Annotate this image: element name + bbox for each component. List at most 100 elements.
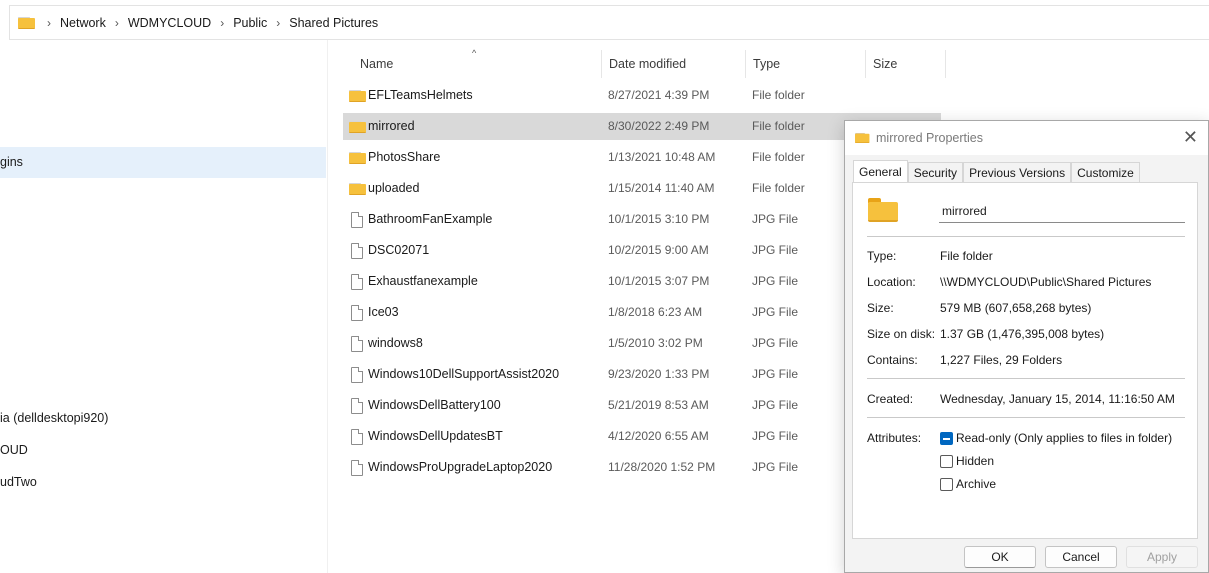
breadcrumb-network[interactable]: Network [60,16,106,30]
type-value: File folder [940,249,993,263]
tab-security[interactable]: Security [907,162,964,183]
column-header-type[interactable]: Type [746,50,866,78]
file-type: File folder [752,119,805,133]
divider [867,417,1185,418]
close-icon[interactable]: ✕ [1183,127,1198,148]
file-name: DSC02071 [368,243,430,257]
file-type: JPG File [752,243,799,257]
archive-checkbox[interactable]: Archive [940,477,996,491]
file-name: WindowsDellUpdatesBT [368,429,503,443]
hidden-checkbox[interactable]: Hidden [940,454,994,468]
file-type: File folder [752,181,805,195]
folder-icon [349,182,366,198]
checkbox-indeterminate-icon [940,431,953,445]
file-type: File folder [752,150,805,164]
file-date: 9/23/2020 1:33 PM [608,367,710,381]
breadcrumb-shared-pictures[interactable]: Shared Pictures [289,16,378,30]
chevron-right-icon: › [220,15,225,30]
chevron-right-icon: › [276,15,281,30]
file-type: JPG File [752,460,799,474]
tab-customize[interactable]: Customize [1071,162,1140,183]
folder-icon [349,89,366,105]
nav-item[interactable]: OUD [0,435,326,466]
file-date: 1/15/2014 11:40 AM [608,181,715,195]
divider [867,378,1185,379]
location-value: \\WDMYCLOUD\Public\Shared Pictures [940,275,1152,289]
file-icon [351,243,363,262]
ok-button[interactable]: OK [964,546,1036,568]
file-date: 10/2/2015 9:00 AM [608,243,709,257]
file-icon [351,398,363,417]
column-header-date[interactable]: Date modified [602,50,746,78]
nav-item-label: OUD [0,443,28,457]
apply-button[interactable]: Apply [1126,546,1198,568]
checkbox-icon [940,477,953,491]
file-icon [351,212,363,231]
contains-label: Contains: [867,353,918,367]
file-date: 11/28/2020 1:52 PM [608,460,716,474]
general-panel: Type: File folder Location: \\WDMYCLOUD\… [852,182,1198,539]
chevron-right-icon: › [114,15,119,30]
hidden-label: Hidden [956,454,995,468]
file-icon [351,336,363,355]
contains-value: 1,227 Files, 29 Folders [940,353,1063,367]
size-on-disk-value: 1.37 GB (1,476,395,008 bytes) [940,327,1105,341]
breadcrumb: › Network › WDMYCLOUD › Public › Shared … [45,16,378,30]
file-name: EFLTeamsHelmets [368,88,473,102]
readonly-checkbox[interactable]: Read-only (Only applies to files in fold… [940,431,1172,445]
file-type: JPG File [752,305,799,319]
file-name: mirrored [368,119,415,133]
file-type: JPG File [752,367,799,381]
created-value: Wednesday, January 15, 2014, 11:16:50 AM [940,392,1175,406]
file-date: 4/12/2020 6:55 AM [608,429,709,443]
nav-item-label: ia (delldesktopi920) [0,411,109,425]
file-date: 8/27/2021 4:39 PM [608,88,710,102]
file-date: 1/5/2010 3:02 PM [608,336,703,350]
tab-previous-versions[interactable]: Previous Versions [963,162,1072,183]
file-type: JPG File [752,274,799,288]
nav-item[interactable]: udTwo [0,467,326,498]
file-row[interactable]: EFLTeamsHelmets 8/27/2021 4:39 PM File fol… [343,82,941,109]
file-name: WindowsProUpgradeLaptop2020 [368,460,553,474]
nav-item-label: gins [0,155,23,169]
file-date: 1/13/2021 10:48 AM [608,150,716,164]
size-on-disk-label: Size on disk: [867,327,936,341]
dialog-titlebar[interactable]: mirrored Properties ✕ [845,121,1208,155]
address-bar[interactable]: › Network › WDMYCLOUD › Public › Shared … [9,5,1209,40]
readonly-label: Read-only (Only applies to files in fold… [956,431,1173,445]
column-header-name[interactable]: Name [353,50,602,78]
file-date: 10/1/2015 3:07 PM [608,274,710,288]
attributes-label: Attributes: [867,431,922,445]
nav-item[interactable]: ia (delldesktopi920) [0,403,326,434]
column-header-size[interactable]: Size [866,50,946,78]
cancel-button[interactable]: Cancel [1045,546,1117,568]
breadcrumb-wdmycloud[interactable]: WDMYCLOUD [128,16,211,30]
file-icon [351,305,363,324]
nav-item[interactable]: gins [0,147,326,178]
file-date: 1/8/2018 6:23 AM [608,305,703,319]
dialog-title: mirrored Properties [876,131,983,145]
tab-strip: General Security Previous Versions Custo… [853,160,1140,183]
nav-item-label: udTwo [0,475,37,489]
file-name: PhotosShare [368,150,441,164]
tab-general[interactable]: General [853,160,908,183]
divider [867,236,1185,237]
breadcrumb-public[interactable]: Public [233,16,267,30]
file-type: File folder [752,88,805,102]
file-date: 10/1/2015 3:10 PM [608,212,710,226]
folder-icon [868,198,898,222]
file-type: JPG File [752,429,799,443]
file-icon [351,460,363,479]
folder-icon [855,132,870,144]
file-date: 8/30/2022 2:49 PM [608,119,710,133]
file-type: JPG File [752,212,799,226]
folder-icon [349,120,366,136]
size-value: 579 MB (607,658,268 bytes) [940,301,1092,315]
created-label: Created: [867,392,914,406]
archive-label: Archive [956,477,997,491]
file-icon [351,367,363,386]
file-name: BathroomFanExample [368,212,493,226]
file-name: windows8 [368,336,423,350]
checkbox-icon [940,454,953,468]
folder-name-field[interactable] [939,200,1185,223]
